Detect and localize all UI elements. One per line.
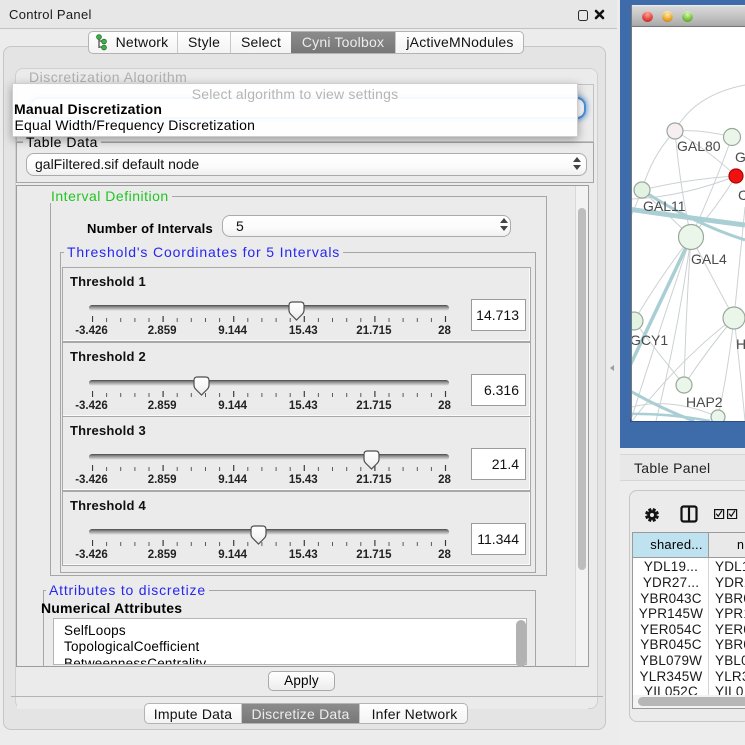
svg-text:GAL11: GAL11 <box>643 198 686 214</box>
svg-text:GAL4: GAL4 <box>691 251 727 267</box>
svg-text:H: H <box>736 336 745 352</box>
svg-text:HAP2: HAP2 <box>686 394 723 410</box>
svg-text:GAL80: GAL80 <box>677 138 721 154</box>
svg-text:GCY1: GCY1 <box>632 332 668 348</box>
svg-text:C: C <box>738 187 745 203</box>
svg-text:GA: GA <box>735 149 745 165</box>
